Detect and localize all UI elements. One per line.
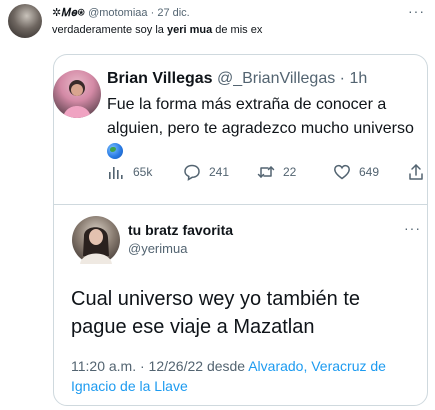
middle-handle[interactable]: @_BrianVillegas <box>217 70 335 87</box>
retweet-icon <box>257 163 275 181</box>
middle-tweet-actions: 65k 241 22 649 <box>107 163 427 181</box>
lower-display-name[interactable]: tu bratz favorita <box>128 222 233 238</box>
middle-tweet-text: Fue la forma más extraña de conocer a al… <box>107 93 422 165</box>
share-button[interactable] <box>407 163 425 181</box>
outer-avatar[interactable] <box>8 4 42 38</box>
views-count: 65k <box>133 165 153 179</box>
globe-icon <box>107 143 123 159</box>
lower-tweet-meta: 11:20 a.m. · 12/26/22 desde Alvarado, Ve… <box>71 356 416 396</box>
retweet-button[interactable]: 22 <box>257 163 296 181</box>
bar-chart-icon <box>107 163 125 181</box>
middle-time[interactable]: 1h <box>349 70 367 87</box>
reply-icon <box>183 163 201 181</box>
middle-text-body: Fue la forma más extraña de conocer a al… <box>107 96 414 137</box>
lower-timestamp[interactable]: 11:20 a.m. · 12/26/22 desde <box>71 358 248 374</box>
outer-separator: · <box>150 7 155 19</box>
outer-text-end: de mis ex <box>212 24 263 36</box>
lower-avatar-image <box>80 227 112 264</box>
heart-icon <box>333 163 351 181</box>
share-icon <box>407 163 425 181</box>
lower-tweet-text: Cual universo wey yo también te pague es… <box>71 288 361 338</box>
retweet-count: 22 <box>283 165 297 179</box>
views-button[interactable]: 65k <box>107 163 152 181</box>
outer-text-bold: yeri mua <box>166 24 213 36</box>
like-button[interactable]: 649 <box>333 163 379 181</box>
outer-handle[interactable]: @motomiaa <box>88 7 147 19</box>
middle-display-name[interactable]: Brian Villegas <box>107 70 213 87</box>
outer-display-name[interactable]: ✲𝑀𝑒⍟ <box>52 7 85 19</box>
reply-count: 241 <box>209 165 230 179</box>
outer-text-start: verdaderamente soy la <box>52 24 167 36</box>
outer-tweet-header: ✲𝑀𝑒⍟ @motomiaa · 27 dic. <box>52 6 190 20</box>
reply-button[interactable]: 241 <box>183 163 229 181</box>
lower-avatar[interactable] <box>72 216 120 264</box>
outer-tweet-text: verdaderamente soy la yeri mua de mis ex <box>52 24 262 36</box>
outer-more-icon[interactable]: ··· <box>408 3 425 19</box>
lower-more-icon[interactable]: ··· <box>404 220 421 236</box>
middle-separator: · <box>339 70 345 87</box>
lower-handle[interactable]: @yerimua <box>128 241 187 256</box>
middle-avatar-image <box>63 80 91 118</box>
middle-avatar[interactable] <box>53 70 101 118</box>
outer-date[interactable]: 27 dic. <box>157 7 189 19</box>
middle-tweet-header: Brian Villegas @_BrianVillegas · 1h <box>107 70 367 88</box>
like-count: 649 <box>359 165 380 179</box>
